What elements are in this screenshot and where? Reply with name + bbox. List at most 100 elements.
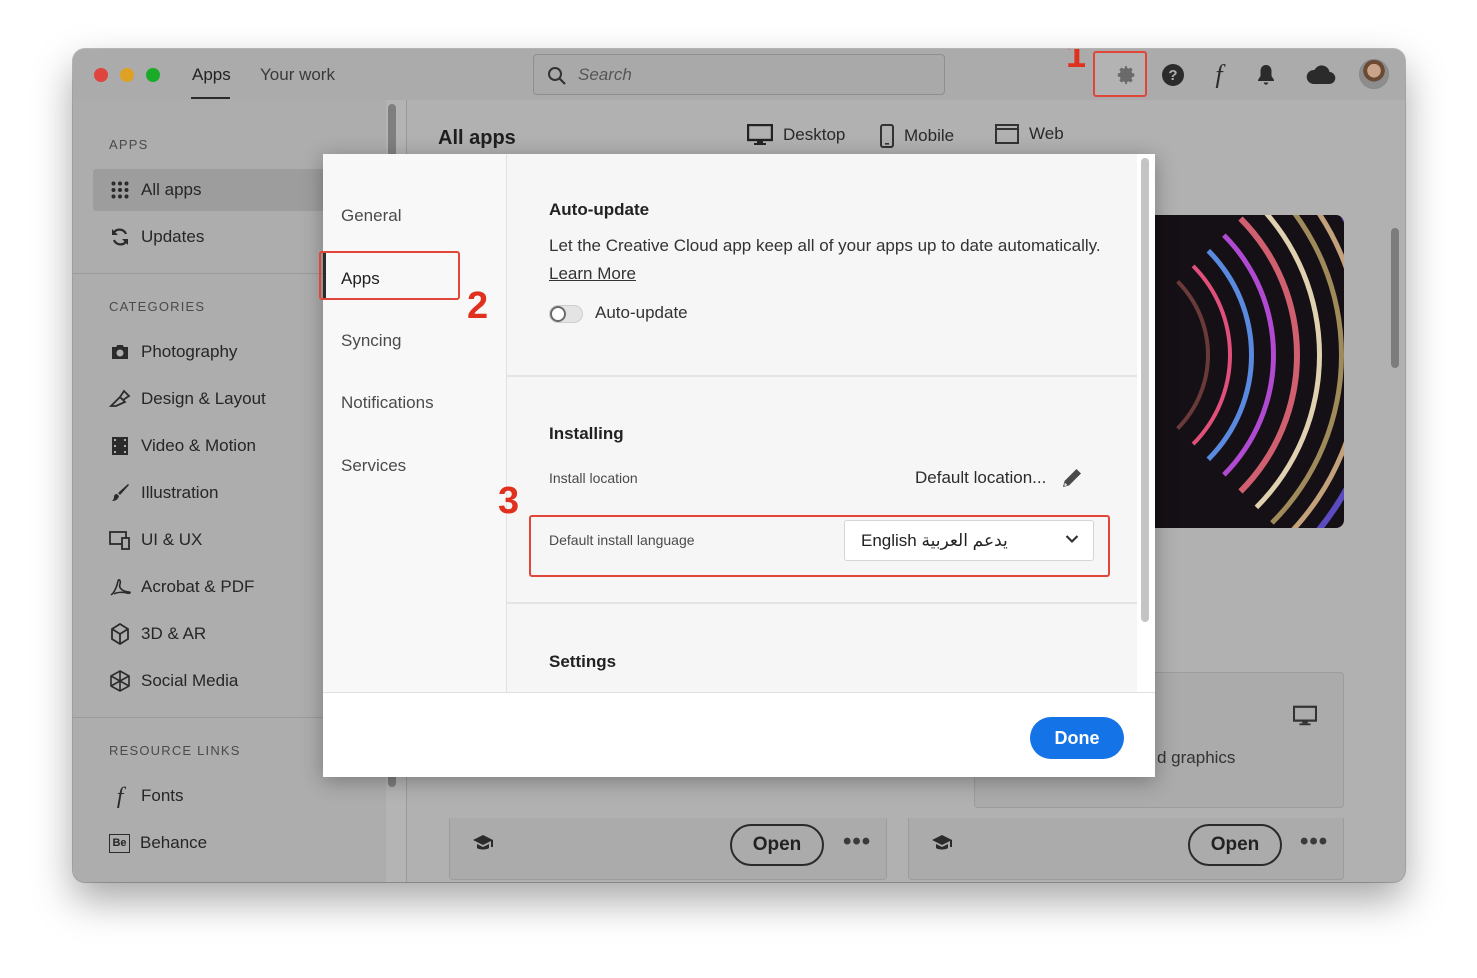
app-card-right-footer: Open ••• [908,818,1344,880]
sidebar-apps-header: APPS [109,137,149,152]
hero-banner-image [1154,215,1344,528]
tab-desktop[interactable]: Desktop [747,124,845,146]
edit-pencil-icon[interactable] [1061,467,1083,489]
more-options-button[interactable]: ••• [1300,828,1328,856]
refresh-icon [109,226,131,248]
install-location-label: Install location [549,470,638,486]
sidebar-item-label: Photography [141,342,238,361]
settings-gear-icon[interactable] [1112,61,1140,89]
svg-text:f: f [117,784,127,808]
behance-icon: Be [109,833,130,853]
dialog-footer: Done [323,692,1155,777]
open-button[interactable]: Open [730,824,824,866]
auto-update-toggle[interactable] [549,305,583,323]
grid-icon [109,179,131,201]
fonts-icon: f [109,784,131,808]
sidebar-item-label: Illustration [141,483,219,502]
language-highlight-box [529,515,1110,577]
dialog-scrollbar[interactable] [1141,158,1149,622]
sidebar-scrollbar[interactable] [388,104,396,159]
sidebar-item-label: Social Media [141,671,239,690]
pen-tool-icon [109,388,131,410]
svg-text:f: f [1215,62,1226,88]
sidebar-resources-header: RESOURCE LINKS [109,743,241,758]
settings-title: Settings [549,652,617,671]
pref-nav-services[interactable]: Services [341,456,406,476]
tab-mobile[interactable]: Mobile [880,124,954,148]
notifications-bell-icon[interactable] [1252,61,1280,89]
preferences-dialog: General Apps Syncing Notifications Servi… [323,154,1155,777]
sidebar-item-label: Behance [140,833,208,852]
pref-nav-syncing[interactable]: Syncing [341,331,401,351]
cube-icon [109,623,131,645]
minimize-window-button[interactable] [120,68,134,82]
close-window-button[interactable] [94,68,108,82]
acrobat-icon [109,576,131,598]
pref-nav-general[interactable]: General [341,206,401,226]
title-bar: Apps Your work ? f [73,49,1405,100]
desktop-icon [1293,705,1317,726]
auto-update-description: Let the Creative Cloud app keep all of y… [549,236,1101,255]
section-divider [507,375,1137,377]
annotation-number-1: 1 [1066,49,1087,75]
fonts-icon[interactable]: f [1205,61,1233,89]
tab-apps[interactable]: Apps [192,65,231,85]
desktop-icon [747,124,773,145]
mobile-icon [880,124,894,148]
pref-nav-notifications[interactable]: Notifications [341,393,434,413]
app-window: Apps Your work ? f APPS [73,49,1405,882]
main-scrollbar[interactable] [1391,228,1399,368]
card-description: d graphics [1157,748,1236,767]
annotation-number-3: 3 [498,480,520,522]
brush-icon [109,482,131,504]
auto-update-toggle-label: Auto-update [595,303,688,322]
sidebar-item-behance[interactable]: Be Behance [93,822,386,864]
sidebar-item-label: 3D & AR [141,624,207,643]
camera-icon [109,341,131,363]
sidebar-item-label: All apps [141,180,202,199]
help-icon[interactable]: ? [1159,61,1187,89]
annotation-number-2: 2 [467,285,489,327]
search-input[interactable] [578,61,918,89]
film-icon [109,435,131,457]
social-icon [109,670,131,692]
sidebar-item-label: Fonts [141,786,184,805]
sidebar-item-fonts[interactable]: f Fonts [93,775,386,817]
search-icon [548,67,566,85]
app-card-left-footer: Open ••• [449,818,887,880]
search-box[interactable] [533,54,945,95]
more-options-button[interactable]: ••• [843,828,871,856]
install-location-value: Default location... [915,468,1047,487]
active-tab-indicator [191,97,230,99]
sidebar-item-label: Design & Layout [141,389,266,408]
behance-icon-text: Be [112,837,127,849]
sidebar-item-label: Video & Motion [141,436,256,455]
toggle-knob [550,306,566,322]
tab-desktop-label: Desktop [783,125,846,144]
learn-more-link[interactable]: Learn More [549,260,636,288]
auto-update-title: Auto-update [549,200,650,219]
tab-your-work[interactable]: Your work [260,65,335,85]
web-icon [995,124,1019,144]
sidebar-item-label: UI & UX [141,530,203,549]
sidebar-categories-header: CATEGORIES [109,299,206,314]
apps-nav-highlight-box [319,251,460,300]
preferences-content: Auto-update Let the Creative Cloud app k… [507,154,1137,692]
sidebar-item-label: Updates [141,227,205,246]
preferences-nav: General Apps Syncing Notifications Servi… [323,154,507,692]
tab-web-label: Web [1029,124,1064,143]
svg-text:?: ? [1168,67,1177,84]
learn-hat-icon [473,835,493,850]
zoom-window-button[interactable] [146,68,160,82]
tab-mobile-label: Mobile [904,126,955,145]
done-button[interactable]: Done [1030,717,1124,759]
cloud-icon[interactable] [1303,61,1337,89]
avatar[interactable] [1359,59,1389,89]
sidebar-item-label: Acrobat & PDF [141,577,255,596]
page-title: All apps [438,127,516,149]
installing-title: Installing [549,424,624,443]
section-divider [507,602,1137,604]
tab-web[interactable]: Web [995,124,1064,144]
open-button[interactable]: Open [1188,824,1282,866]
devices-icon [109,529,131,551]
